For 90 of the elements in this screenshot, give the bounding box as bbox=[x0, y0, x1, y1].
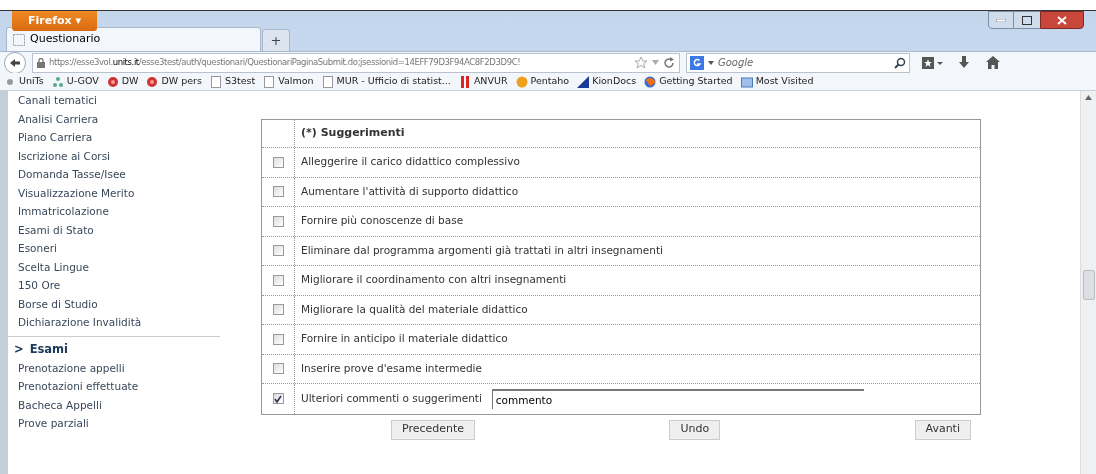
bookmark-link[interactable]: Pentaho bbox=[515, 74, 570, 89]
dropdown-arrow-icon[interactable] bbox=[708, 60, 714, 65]
option-label: Migliorare il coordinamento con altri insegnamenti bbox=[301, 272, 567, 288]
scroll-thumb[interactable] bbox=[1082, 270, 1095, 300]
search-bar[interactable]: Google bbox=[686, 52, 910, 73]
bookmark-link[interactable]: DW pers bbox=[146, 74, 202, 89]
undo-button[interactable]: Undo bbox=[669, 419, 721, 440]
checkbox[interactable] bbox=[272, 333, 284, 345]
back-arrow-icon bbox=[9, 57, 21, 68]
scrollbar[interactable] bbox=[1080, 91, 1096, 474]
bookmark-link[interactable]: S3test bbox=[209, 74, 256, 89]
checkbox[interactable] bbox=[272, 393, 284, 405]
page-icon bbox=[13, 33, 25, 46]
chevron-marker: > bbox=[14, 340, 24, 358]
sidebar-link[interactable]: Prove parziali bbox=[18, 414, 89, 433]
bookmark-star-icon[interactable] bbox=[922, 55, 944, 70]
option-label: Eliminare dal programma argomenti già trattati in altri insegnamenti bbox=[301, 242, 663, 258]
back-button[interactable] bbox=[4, 51, 26, 74]
checkbox[interactable] bbox=[272, 186, 284, 198]
new-tab-button[interactable]: + bbox=[262, 29, 290, 51]
sidebar-link[interactable]: Dichiarazione Invalidità bbox=[18, 313, 142, 332]
sidebar-link[interactable]: Visualizzazione Merito bbox=[18, 183, 135, 202]
bookmark-link[interactable]: Most Visited bbox=[740, 74, 814, 89]
checkmark-icon bbox=[274, 394, 282, 403]
sidebar-link[interactable]: Bacheca Appelli bbox=[18, 395, 102, 414]
circle-icon bbox=[515, 75, 528, 88]
checkbox[interactable] bbox=[272, 363, 284, 375]
flag-icon bbox=[577, 75, 590, 88]
sidebar-link[interactable]: 150 Ore bbox=[18, 276, 61, 295]
bookmark-link[interactable]: Valmon bbox=[263, 74, 314, 89]
minimize-icon bbox=[996, 18, 1006, 22]
previous-button[interactable]: Precedente bbox=[391, 419, 476, 440]
checkbox[interactable] bbox=[272, 274, 284, 286]
sidebar-link[interactable]: Analisi Carriera bbox=[18, 109, 99, 128]
sidebar-link[interactable]: Immatricolazione bbox=[18, 202, 109, 221]
maximize-icon bbox=[1022, 15, 1032, 25]
reload-icon[interactable] bbox=[663, 56, 675, 69]
column-header: (*) Suggerimenti bbox=[300, 125, 405, 142]
section-label: Esami bbox=[29, 340, 69, 358]
checkbox[interactable] bbox=[272, 215, 284, 227]
next-button[interactable]: Avanti bbox=[914, 419, 971, 440]
maximize-button[interactable] bbox=[1014, 11, 1040, 29]
bookmark-link[interactable]: Getting Started bbox=[644, 74, 733, 89]
folder-icon bbox=[740, 75, 753, 88]
bookmark-link[interactable]: U-GOV bbox=[51, 74, 99, 89]
bookmark-link[interactable]: ANVUR bbox=[458, 74, 508, 89]
nodes-icon bbox=[51, 75, 64, 88]
sidebar-link[interactable]: Iscrizione ai Corsi bbox=[18, 146, 111, 165]
download-icon[interactable] bbox=[958, 55, 970, 70]
checkbox[interactable] bbox=[272, 245, 284, 257]
url-text: https://esse3vol.units.it/esse3test/auth/questionari/QuestionariPaginaSubmit.do;jsessionid=14EFF79D3F94AC8F2D3D9C! bbox=[49, 56, 521, 69]
bars-icon bbox=[458, 75, 471, 88]
option-label: Fornire in anticipo il materiale didattico bbox=[301, 331, 508, 347]
address-bar[interactable]: https://esse3vol.units.it/esse3test/auth/questionari/QuestionariPaginaSubmit.do;jsessionid=14EFF79D3F94AC8F2D3D9C! bbox=[32, 52, 680, 73]
sidebar-link[interactable]: Canali tematici bbox=[18, 91, 97, 110]
comment-field[interactable]: commento bbox=[491, 388, 864, 409]
bookmark-link[interactable]: MUR - Ufficio di statist... bbox=[321, 74, 451, 89]
sidebar-link[interactable]: Prenotazione appelli bbox=[18, 358, 125, 377]
bookmark-link[interactable]: UniTs bbox=[4, 74, 44, 89]
flower-icon bbox=[106, 75, 119, 88]
flower-icon bbox=[146, 75, 159, 88]
checkbox[interactable] bbox=[272, 156, 284, 168]
checkbox[interactable] bbox=[272, 304, 284, 316]
option-label: Ulteriori commenti o suggerimenti bbox=[301, 390, 482, 406]
option-label: Aumentare l'attività di supporto didattico bbox=[301, 183, 519, 199]
sidebar-link[interactable]: Domanda Tasse/Isee bbox=[18, 165, 126, 184]
sidebar-section[interactable]: > Esami bbox=[14, 340, 255, 359]
option-label: Fornire più conoscenze di base bbox=[301, 213, 464, 229]
browser-tab[interactable]: Questionario bbox=[6, 27, 261, 51]
close-button[interactable] bbox=[1040, 11, 1084, 29]
sidebar-link[interactable]: Scelta Lingue bbox=[18, 257, 89, 276]
sidebar-link[interactable]: Piano Carriera bbox=[18, 128, 93, 147]
scroll-up-icon[interactable] bbox=[1085, 95, 1092, 100]
sidebar-link[interactable]: Esoneri bbox=[18, 239, 57, 258]
sidebar-link[interactable]: Borse di Studio bbox=[18, 294, 98, 313]
option-label: Migliorare la qualità del materiale didattico bbox=[301, 301, 528, 317]
google-icon bbox=[690, 55, 704, 70]
globe-icon bbox=[644, 75, 657, 88]
option-label: Inserire prove d'esame intermedie bbox=[301, 360, 482, 376]
search-field[interactable]: Google bbox=[718, 55, 890, 70]
home-icon[interactable] bbox=[986, 56, 1000, 69]
sidebar-link[interactable]: Prenotazioni effettuate bbox=[18, 377, 139, 396]
star-icon[interactable] bbox=[634, 56, 648, 69]
bookmark-link[interactable]: KionDocs bbox=[577, 74, 637, 89]
option-label: Alleggerire il carico didattico complessivo bbox=[301, 154, 520, 170]
bookmark-link[interactable]: DW bbox=[106, 74, 139, 89]
search-icon[interactable] bbox=[894, 56, 906, 69]
padlock-icon bbox=[37, 57, 45, 68]
close-icon bbox=[1057, 15, 1067, 25]
sidebar-link[interactable]: Esami di Stato bbox=[18, 220, 94, 239]
